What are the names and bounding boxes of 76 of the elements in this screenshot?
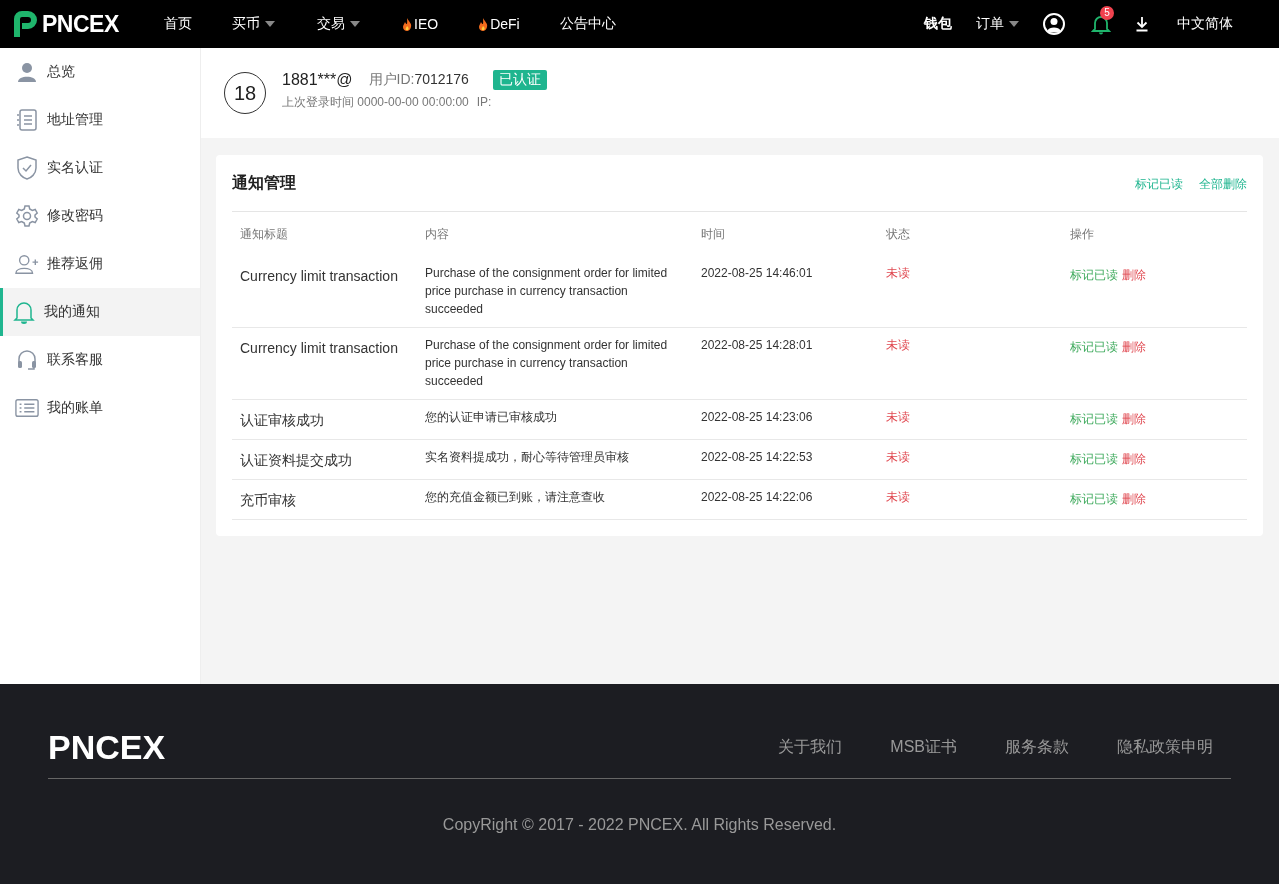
caret-icon (350, 21, 360, 27)
sidebar-item[interactable]: 我的账单 (0, 384, 200, 432)
nav-link[interactable]: 交易 (317, 15, 362, 33)
account-name: 1881***@ (282, 70, 353, 89)
nav-link[interactable]: DeFi (478, 16, 520, 32)
sidebar-item[interactable]: 总览 (0, 48, 200, 96)
column-header: 内容 (425, 226, 450, 243)
notice-status: 未读 (886, 489, 911, 506)
notice-status: 未读 (886, 449, 911, 466)
sidebar-item[interactable]: 修改密码 (0, 192, 200, 240)
copyright-text: CopyRight © 2017 - 2022 PNCEX. All Rights Reserved. (441, 816, 838, 834)
notice-title: 充币审核 (240, 491, 297, 510)
caret-icon (265, 21, 275, 27)
logo-text[interactable]: PNCEX (42, 10, 119, 38)
footer-link[interactable]: MSB证书 (890, 737, 957, 755)
column-header: 操作 (1070, 226, 1095, 243)
notice-content: Purchase of the consignment order for limited price purchase in currency transaction succeeded (425, 337, 669, 390)
notice-status: 未读 (886, 265, 911, 282)
add-user-icon (15, 253, 39, 275)
nav-link[interactable]: 钱包 (924, 15, 952, 33)
shield-check-icon (15, 155, 39, 181)
notice-status: 未读 (886, 409, 911, 426)
card-title: 通知管理 (232, 172, 296, 193)
nav-link[interactable]: 首页 (164, 15, 192, 33)
ip-text: IP: (476, 94, 492, 109)
notice-time: 2022-08-25 14:46:01 (701, 265, 814, 282)
column-header: 通知标题 (240, 226, 289, 243)
notice-time: 2022-08-25 14:23:06 (701, 409, 814, 426)
notice-status: 未读 (886, 337, 911, 354)
notice-time: 2022-08-25 14:22:06 (701, 489, 814, 506)
delete-link[interactable]: 删除 (1122, 492, 1146, 506)
sidebar-item[interactable]: 联系客服 (0, 336, 200, 384)
footer-link[interactable]: 关于我们 (778, 737, 843, 755)
column-header: 时间 (701, 226, 726, 243)
nav-link[interactable]: 订单 (976, 15, 1019, 33)
notice-title: 认证审核成功 (240, 411, 325, 430)
delete-link[interactable]: 删除 (1122, 268, 1146, 282)
sidebar-item[interactable]: 地址管理 (0, 96, 200, 144)
account-button[interactable] (1043, 13, 1065, 35)
list-icon (15, 398, 39, 418)
notice-time: 2022-08-25 14:22:53 (701, 449, 814, 466)
notice-title: Currency limit transaction (240, 267, 399, 286)
person-icon (15, 61, 39, 83)
notice-title: 认证资料提交成功 (240, 451, 353, 470)
list-document-icon (15, 108, 39, 132)
delete-link[interactable]: 删除 (1122, 340, 1146, 354)
notice-content: Purchase of the consignment order for limited price purchase in currency transaction succeeded (425, 265, 669, 318)
verified-badge: 已认证 (492, 69, 547, 90)
settings-icon (15, 204, 39, 228)
notice-time: 2022-08-25 14:28:01 (701, 337, 814, 354)
headset-icon (15, 348, 39, 372)
download-button[interactable] (1135, 16, 1149, 32)
sidebar-item[interactable]: 我的通知 (0, 288, 200, 336)
caret-icon (1009, 21, 1019, 27)
notice-title: Currency limit transaction (240, 339, 399, 358)
footer-link[interactable]: 隐私政策申明 (1117, 737, 1213, 755)
sidebar-item[interactable]: 推荐返佣 (0, 240, 200, 288)
user-id: 用户ID:7012176 (368, 70, 469, 89)
delete-link[interactable]: 删除 (1122, 412, 1146, 426)
notice-content: 您的充值金额已到账，请注意查收 (425, 489, 606, 506)
footer-logo[interactable]: PNCEX (48, 695, 166, 767)
notice-content: 实名资料提成功，耐心等待管理员审核 (425, 449, 630, 466)
flame-icon (478, 17, 489, 31)
column-header: 状态 (886, 226, 911, 243)
bell-icon (12, 300, 36, 324)
last-login-text: 上次登录时间 0000-00-00 00:00:00 (282, 94, 469, 109)
sidebar-item[interactable]: 实名认证 (0, 144, 200, 192)
nav-link[interactable]: IEO (402, 16, 439, 32)
language-link[interactable]: 中文简体 (1177, 15, 1233, 33)
nav-link[interactable]: 公告中心 (559, 15, 616, 33)
notification-badge: 5 (1100, 6, 1114, 20)
nav-link[interactable]: 买币 (232, 15, 277, 33)
notice-content: 您的认证申请已审核成功 (425, 409, 558, 426)
flame-icon (402, 17, 412, 31)
delete-link[interactable]: 删除 (1122, 452, 1146, 466)
footer-link[interactable]: 服务条款 (1005, 737, 1069, 755)
